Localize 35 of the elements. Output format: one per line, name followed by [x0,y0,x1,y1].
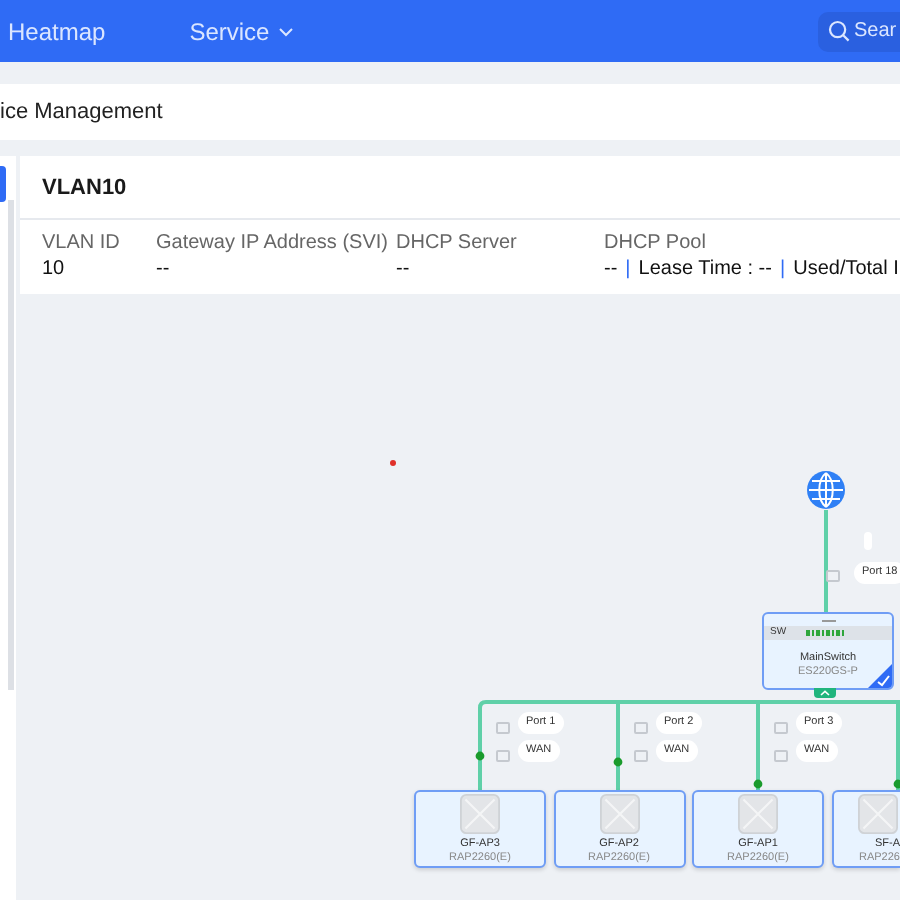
access-point-icon [597,794,641,834]
nav-item[interactable]: Heatmap [8,17,106,45]
globe-icon[interactable] [806,470,846,510]
field-label: Gateway IP Address (SVI) [156,230,390,256]
field-label: DHCP Server [396,230,519,256]
field-value: -- [156,256,172,284]
field-label: DHCP Pool [604,230,708,256]
search-field[interactable]: Sear [818,11,900,51]
access-point-icon [736,794,780,834]
marker-dot [390,460,396,466]
link-status-dot [613,757,623,767]
vlan-title: VLAN10 [42,175,127,199]
chevron-up-icon [820,690,830,696]
check-corner-icon [868,664,892,688]
link-status-dot [753,779,763,789]
field-value: 10 [42,256,67,284]
field-value: -- [396,256,412,284]
field-value: -- | Lease Time : -- | Used/Total I [604,256,900,284]
uplink-line [824,510,828,612]
port-icon [496,750,510,762]
port-icon [826,570,840,582]
port-icon [774,722,788,734]
page-title: ice Management [0,100,163,124]
sidebar-tab-indicator[interactable] [0,166,6,202]
link-status-dot [475,751,485,761]
field-label: VLAN ID [42,230,122,256]
access-point-icon [856,794,900,834]
port-icon [496,722,510,734]
port-icon [634,722,648,734]
port-leds-icon [806,630,845,636]
port-icon [774,750,788,762]
port-icon [634,750,648,762]
nav-item[interactable]: Service [189,17,294,45]
access-point-icon [458,794,502,834]
collapse-button[interactable] [814,688,836,698]
